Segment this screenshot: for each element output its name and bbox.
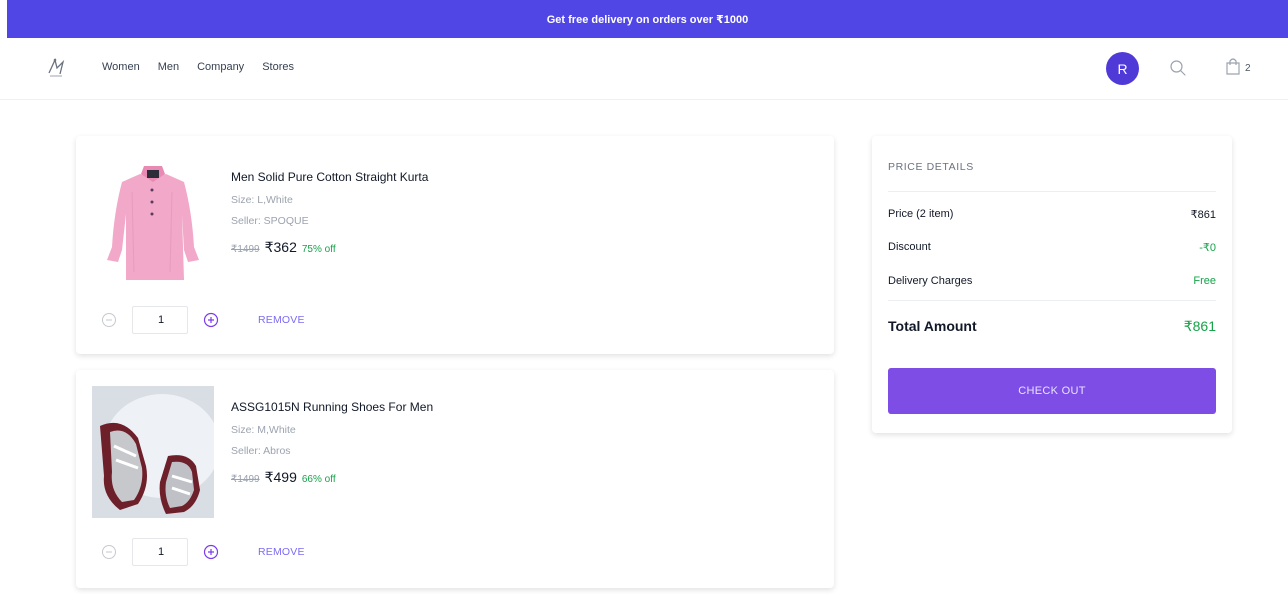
nav-link-men[interactable]: Men <box>158 61 179 73</box>
product-image-shoes[interactable] <box>92 386 214 518</box>
discount-value: -₹0 <box>1199 242 1216 254</box>
divider <box>888 191 1216 192</box>
nav-link-stores[interactable]: Stores <box>262 61 294 73</box>
sale-price: ₹499 <box>264 469 297 485</box>
plus-circle-icon <box>203 544 219 560</box>
cart-item: Men Solid Pure Cotton Straight Kurta Siz… <box>76 136 834 354</box>
logo-icon[interactable] <box>44 56 68 80</box>
discount-percent: 75% off <box>301 244 336 255</box>
product-seller: Seller: SPOQUE <box>231 215 309 227</box>
user-avatar[interactable]: R <box>1106 52 1139 85</box>
quantity-stepper: REMOVE <box>100 538 305 566</box>
delivery-label: Delivery Charges <box>888 275 973 287</box>
remove-item-button[interactable]: REMOVE <box>258 314 305 326</box>
price-details-heading: PRICE DETAILS <box>888 161 974 173</box>
decrease-quantity-button[interactable] <box>100 543 118 561</box>
plus-circle-icon <box>203 312 219 328</box>
product-size: Size: M,White <box>231 424 296 436</box>
divider <box>888 300 1216 301</box>
quantity-input[interactable] <box>132 306 188 334</box>
sale-price: ₹362 <box>264 239 297 255</box>
original-price: ₹1499 <box>231 474 260 485</box>
discount-line: Discount -₹0 <box>888 241 1216 254</box>
original-price: ₹1499 <box>231 244 260 255</box>
delivery-value: Free <box>1193 275 1216 287</box>
minus-circle-icon <box>102 313 116 327</box>
increase-quantity-button[interactable] <box>202 311 220 329</box>
total-amount-line: Total Amount ₹861 <box>888 318 1216 335</box>
main-nav: Women Men Company Stores <box>102 61 294 73</box>
quantity-input[interactable] <box>132 538 188 566</box>
total-amount-value: ₹861 <box>1183 318 1216 334</box>
checkout-button[interactable]: CHECK OUT <box>888 368 1216 414</box>
cart-button[interactable]: 2 <box>1224 56 1251 81</box>
total-amount-label: Total Amount <box>888 318 977 334</box>
cart-item: ASSG1015N Running Shoes For Men Size: M,… <box>76 370 834 588</box>
delivery-line: Delivery Charges Free <box>888 275 1216 287</box>
decrease-quantity-button[interactable] <box>100 311 118 329</box>
increase-quantity-button[interactable] <box>202 543 220 561</box>
product-seller: Seller: Abros <box>231 445 291 457</box>
cart-count-badge: 2 <box>1245 62 1251 74</box>
remove-item-button[interactable]: REMOVE <box>258 546 305 558</box>
promo-banner: Get free delivery on orders over ₹1000 <box>7 0 1288 38</box>
navbar: Women Men Company Stores R 2 <box>0 38 1288 100</box>
nav-link-company[interactable]: Company <box>197 61 244 73</box>
product-size: Size: L,White <box>231 194 293 206</box>
product-info: ASSG1015N Running Shoes For Men Size: M,… <box>231 400 433 486</box>
price-value: ₹861 <box>1190 209 1216 221</box>
shopping-bag-icon <box>1224 56 1242 81</box>
product-image-kurta[interactable] <box>92 152 214 284</box>
price-details-panel: PRICE DETAILS Price (2 item) ₹861 Discou… <box>872 136 1232 433</box>
product-info: Men Solid Pure Cotton Straight Kurta Siz… <box>231 170 428 256</box>
search-icon[interactable] <box>1168 58 1188 78</box>
price-row: ₹1499 ₹362 75% off <box>231 239 428 256</box>
nav-link-women[interactable]: Women <box>102 61 140 73</box>
product-title[interactable]: Men Solid Pure Cotton Straight Kurta <box>231 170 428 184</box>
discount-label: Discount <box>888 241 931 253</box>
price-label: Price (2 item) <box>888 208 954 220</box>
product-title[interactable]: ASSG1015N Running Shoes For Men <box>231 400 433 414</box>
minus-circle-icon <box>102 545 116 559</box>
quantity-stepper: REMOVE <box>100 306 305 334</box>
price-row: ₹1499 ₹499 66% off <box>231 469 433 486</box>
discount-percent: 66% off <box>301 474 336 485</box>
price-line: Price (2 item) ₹861 <box>888 208 1216 221</box>
